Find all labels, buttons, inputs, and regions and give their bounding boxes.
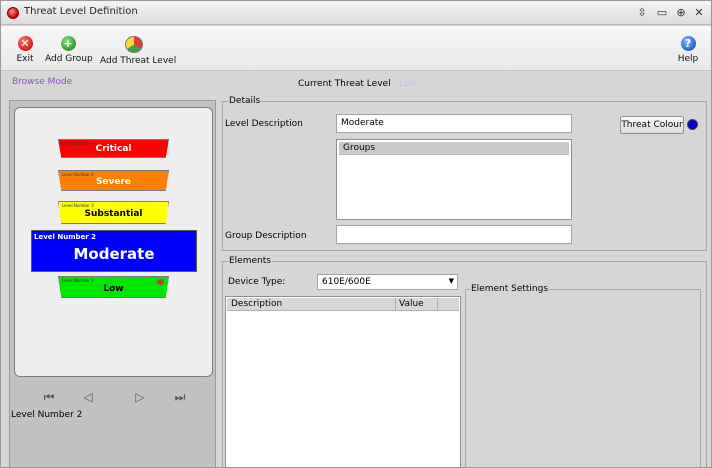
column-value[interactable]: Value bbox=[399, 298, 424, 310]
help-button[interactable]: ? Help bbox=[677, 36, 699, 68]
add-icon: + bbox=[60, 36, 76, 51]
restore-icon[interactable]: ⇳ bbox=[634, 6, 650, 20]
window-title: Threat Level Definition bbox=[24, 6, 138, 17]
column-description[interactable]: Description bbox=[231, 298, 282, 310]
level-description-label: Level Description bbox=[225, 119, 303, 129]
maximize-icon[interactable]: ▭ bbox=[654, 6, 670, 20]
current-threat-label: Current Threat Level bbox=[298, 79, 391, 89]
zoom-icon[interactable]: ⊕ bbox=[673, 6, 689, 20]
current-level-icon bbox=[157, 279, 164, 285]
add-threat-level-label: Add Threat Level bbox=[100, 56, 177, 66]
first-level-button[interactable]: ⏮ bbox=[41, 389, 57, 405]
threat-level-window: Threat Level Definition ⇳ ▭ ⊕ ✕ ✕ Exit +… bbox=[0, 0, 712, 468]
column-divider bbox=[437, 298, 438, 311]
level-number: Level Number 1 bbox=[62, 278, 94, 283]
next-level-button[interactable]: ▷ bbox=[132, 389, 148, 405]
level-substantial[interactable]: Level Number 3 Substantial bbox=[58, 201, 169, 224]
add-group-button[interactable]: + Add Group bbox=[45, 36, 93, 68]
mode-indicator: Browse Mode bbox=[12, 77, 73, 87]
chevron-down-icon: ▼ bbox=[448, 277, 454, 285]
level-description-input[interactable]: Moderate bbox=[336, 114, 572, 133]
help-icon: ? bbox=[680, 36, 696, 51]
current-threat-value: Low bbox=[399, 79, 417, 89]
groups-list[interactable]: Groups bbox=[336, 139, 572, 220]
level-name: Severe bbox=[95, 177, 132, 187]
group-description-label: Group Description bbox=[225, 231, 307, 241]
threat-levels-list: Level Number 5 Critical Level Number 4 S… bbox=[14, 107, 213, 377]
groups-header: Groups bbox=[339, 142, 569, 155]
level-number: Level Number 2 bbox=[34, 233, 97, 241]
exit-label: Exit bbox=[16, 54, 34, 64]
level-low[interactable]: Level Number 1 Low bbox=[58, 276, 169, 298]
app-icon bbox=[7, 7, 19, 19]
title-bar: Threat Level Definition ⇳ ▭ ⊕ ✕ bbox=[1, 1, 711, 25]
level-severe[interactable]: Level Number 4 Severe bbox=[58, 170, 169, 191]
threat-level-icon bbox=[125, 36, 143, 53]
level-number-status: Level Number 2 bbox=[11, 410, 83, 420]
exit-button[interactable]: ✕ Exit bbox=[11, 36, 39, 68]
column-divider bbox=[395, 298, 396, 311]
level-critical[interactable]: Level Number 5 Critical bbox=[58, 139, 169, 158]
level-name: Moderate bbox=[73, 245, 155, 263]
elements-table[interactable]: Description Value bbox=[225, 296, 461, 467]
level-name: Substantial bbox=[84, 209, 143, 219]
device-type-label: Device Type: bbox=[228, 277, 286, 287]
level-moderate[interactable]: Level Number 2 Moderate bbox=[31, 230, 197, 272]
levels-panel: Level Number 5 Critical Level Number 4 S… bbox=[9, 100, 216, 467]
group-description-input[interactable] bbox=[336, 225, 572, 244]
threat-colour-swatch bbox=[687, 119, 698, 130]
exit-icon: ✕ bbox=[17, 36, 33, 51]
close-icon[interactable]: ✕ bbox=[691, 6, 707, 20]
add-group-label: Add Group bbox=[45, 54, 93, 64]
device-type-value: 610E/600E bbox=[322, 277, 371, 287]
level-name: Critical bbox=[95, 144, 132, 154]
level-number: Level Number 3 bbox=[62, 203, 94, 208]
elements-table-header: Description Value bbox=[227, 298, 459, 311]
details-title: Details bbox=[228, 96, 262, 106]
help-label: Help bbox=[677, 54, 699, 64]
elements-title: Elements bbox=[228, 256, 272, 266]
threat-colour-button[interactable]: Threat Colour bbox=[620, 116, 684, 134]
add-threat-level-button[interactable]: Add Threat Level bbox=[100, 36, 177, 68]
level-name: Low bbox=[103, 284, 124, 294]
previous-level-button[interactable]: ◁ bbox=[80, 389, 96, 405]
last-level-button[interactable]: ⏭ bbox=[172, 389, 188, 405]
element-settings-title: Element Settings bbox=[470, 284, 550, 294]
device-type-select[interactable]: 610E/600E ▼ bbox=[317, 274, 458, 290]
element-settings-group: Element Settings bbox=[465, 284, 701, 467]
toolbar: ✕ Exit + Add Group Add Threat Level ? He… bbox=[1, 26, 711, 71]
